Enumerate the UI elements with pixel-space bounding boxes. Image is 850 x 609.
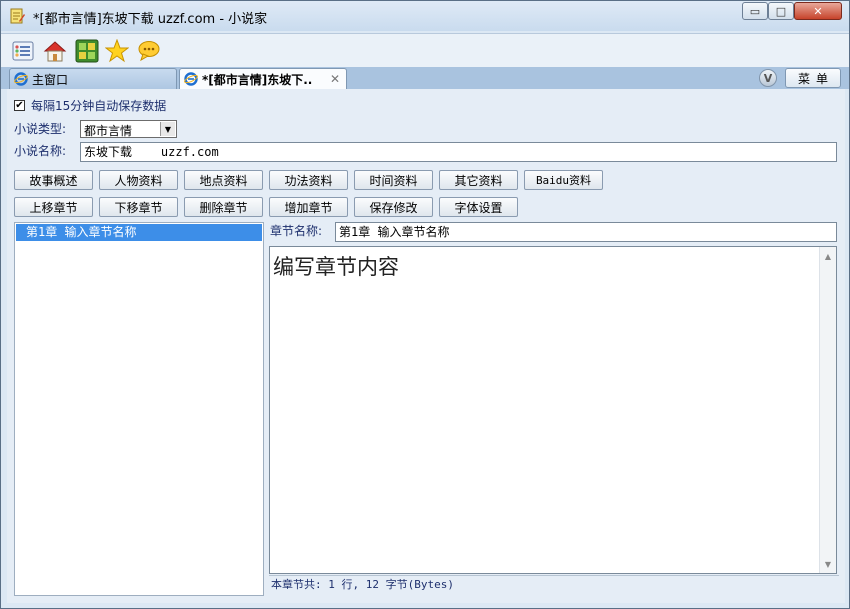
save-changes-button[interactable]: 保存修改 [354,197,433,217]
move-chapter-down-button[interactable]: 下移章节 [99,197,178,217]
list-item[interactable]: 第1章 输入章节名称 [16,224,262,241]
title-bar[interactable]: *[都市言情]东坡下载 uzzf.com - 小说家 ▭ □ ✕ [1,1,849,31]
novel-name-input[interactable]: 东坡下载 uzzf.com [80,142,837,162]
close-button[interactable]: ✕ [794,2,842,20]
grid-icon[interactable] [75,39,99,63]
tab-close-icon[interactable]: ✕ [330,72,340,86]
novel-editor-panel: ✔ 每隔15分钟自动保存数据 小说类型: 都市言情 ▼ 小说名称: 东坡下载 u… [7,89,845,603]
chapter-status: 本章节共: 1 行, 12 字节(Bytes) [269,575,839,594]
notepad-icon [10,8,25,24]
ie-icon [14,72,28,86]
maximize-button[interactable]: □ [768,2,794,20]
skills-button[interactable]: 功法资料 [269,170,348,190]
chapter-name-label: 章节名称: [270,224,323,238]
chapter-content-text[interactable]: 编写章节内容 [273,251,399,281]
tab-label: 主窗口 [32,72,69,87]
autosave-row[interactable]: ✔ 每隔15分钟自动保存数据 [14,97,166,114]
novel-name-label: 小说名称: [14,144,67,158]
autosave-checkbox[interactable]: ✔ [14,100,25,111]
list-icon[interactable] [11,39,35,63]
star-icon[interactable] [105,39,129,63]
scroll-up-icon[interactable]: ▲ [820,249,836,263]
font-settings-button[interactable]: 字体设置 [439,197,518,217]
locations-button[interactable]: 地点资料 [184,170,263,190]
other-info-button[interactable]: 其它资料 [439,170,518,190]
chapter-list[interactable]: 第1章 输入章节名称 [14,222,264,596]
novel-type-label: 小说类型: [14,122,67,136]
app-window: *[都市言情]东坡下载 uzzf.com - 小说家 ▭ □ ✕ 主窗口 *[都… [0,0,850,609]
tab-label: *[都市言情]东坡下.. [202,72,313,87]
ie-icon [184,72,198,86]
chapter-name-input[interactable]: 第1章 输入章节名称 [335,222,837,242]
vertical-scrollbar[interactable]: ▲ ▼ [819,247,836,573]
tab-main-window[interactable]: 主窗口 [9,68,177,89]
autosave-label: 每隔15分钟自动保存数据 [31,99,167,113]
chat-icon[interactable] [137,39,161,63]
minimize-button[interactable]: ▭ [742,2,768,20]
window-title: *[都市言情]东坡下载 uzzf.com - 小说家 [33,12,268,27]
move-chapter-up-button[interactable]: 上移章节 [14,197,93,217]
novel-type-value: 都市言情 [84,124,133,138]
add-chapter-button[interactable]: 增加章节 [269,197,348,217]
timeline-button[interactable]: 时间资料 [354,170,433,190]
toolbar [1,33,849,68]
chapter-content-editor[interactable]: 编写章节内容 ▲ ▼ [269,246,837,574]
dropdown-arrow-icon[interactable]: ▼ [160,122,175,136]
tab-novel[interactable]: *[都市言情]东坡下.. ✕ [179,68,347,89]
scroll-down-icon[interactable]: ▼ [820,557,836,571]
tab-list-button[interactable]: V [759,69,777,87]
baidu-info-button[interactable]: Baidu资料 [524,170,603,190]
home-icon[interactable] [43,39,67,63]
menu-button[interactable]: 菜单 [785,68,841,88]
novel-type-select[interactable]: 都市言情 ▼ [80,120,177,138]
delete-chapter-button[interactable]: 删除章节 [184,197,263,217]
characters-button[interactable]: 人物资料 [99,170,178,190]
story-summary-button[interactable]: 故事概述 [14,170,93,190]
tab-strip: 主窗口 *[都市言情]东坡下.. ✕ V 菜单 [1,67,849,89]
